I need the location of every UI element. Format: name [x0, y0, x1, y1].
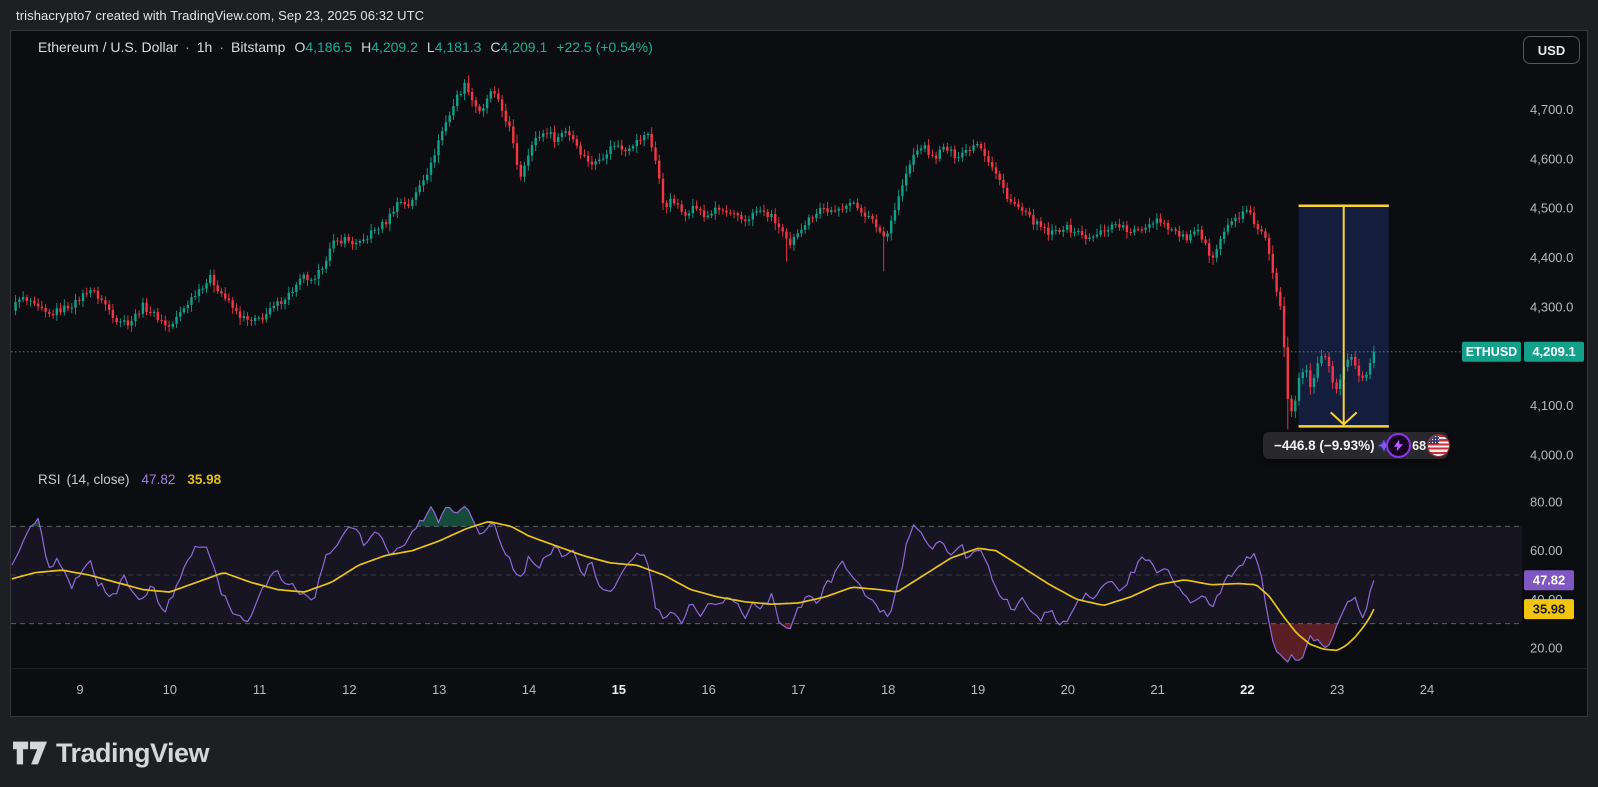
measure-label: −446.8 (−9.93%) — [1274, 438, 1375, 453]
tradingview-snapshot-page: 4,700.0 4,600.0 4,500.0 4,400.0 4,300.0 4,100… — [0, 0, 1598, 787]
rsi-value-badge: 47.82 — [1533, 573, 1566, 588]
time-tick-label: 23 — [1330, 682, 1344, 697]
rsi-title: RSI — [38, 471, 61, 487]
time-tick-label: 16 — [701, 682, 715, 697]
lightning-icon — [1386, 433, 1412, 458]
currency-toggle-button[interactable]: USD — [1523, 36, 1580, 64]
rsi-tick-label: 20.00 — [1530, 640, 1563, 655]
last-price-badge: 4,209.1 — [1532, 344, 1575, 359]
interval-label: 1h — [196, 39, 213, 55]
separator-dot: · — [185, 39, 190, 55]
price-tick-label: 4,600.0 — [1530, 151, 1573, 166]
time-tick-label: 11 — [253, 682, 267, 697]
rsi-band-levels — [11, 525, 1522, 625]
time-tick-label: 9 — [76, 682, 83, 697]
ohlc-low: L4,181.3 — [426, 39, 482, 55]
price-tick-label: 4,400.0 — [1530, 250, 1573, 265]
time-tick-label: 20 — [1061, 682, 1075, 697]
footer: TradingView — [13, 738, 210, 769]
time-tick-label: 15 — [612, 682, 626, 697]
symbol-title: Ethereum / U.S. Dollar — [38, 39, 179, 55]
time-tick-label: 13 — [432, 682, 446, 697]
chart-legend: Ethereum / U.S. Dollar · 1h · Bitstamp O… — [38, 38, 653, 56]
tradingview-logo-icon[interactable] — [13, 741, 47, 765]
rsi-ma-value-badge: 35.98 — [1533, 602, 1566, 617]
time-tick-label: 10 — [163, 682, 177, 697]
time-tick-label: 22 — [1240, 682, 1254, 697]
topbar: trishacrypto7 created with TradingView.c… — [0, 0, 1598, 30]
ohlc-open: O4,186.5 — [294, 39, 353, 55]
time-tick-label: 24 — [1420, 682, 1434, 697]
ohlc-high: H4,209.2 — [361, 39, 418, 55]
separator-dot: · — [219, 39, 224, 55]
rsi-params: (14, close) — [66, 471, 130, 487]
symbol-badge: ETHUSD — [1466, 345, 1517, 359]
time-tick-label: 19 — [971, 682, 985, 697]
measure-tooltip: −446.8 (−9.93%) ✦ 68 — [1263, 432, 1451, 459]
time-tick-label: 14 — [522, 682, 536, 697]
time-tick-label: 21 — [1150, 682, 1164, 697]
change-label: +22.5 (+0.54%) — [556, 39, 653, 55]
time-tick-label: 18 — [881, 682, 895, 697]
tradingview-logo-text[interactable]: TradingView — [56, 738, 210, 769]
ohlc-close: C4,209.1 — [490, 39, 548, 55]
exchange-label: Bitstamp — [230, 39, 286, 55]
rsi-tick-label: 60.00 — [1530, 543, 1563, 558]
price-tick-label: 4,300.0 — [1530, 299, 1573, 314]
rsi-tick-label: 80.00 — [1530, 495, 1563, 510]
chart-canvas: 4,700.0 4,600.0 4,500.0 4,400.0 4,300.0 4,100… — [10, 30, 1588, 717]
measure-count: 68 — [1412, 438, 1427, 453]
rsi-legend: RSI (14, close) 47.82 35.98 — [38, 471, 221, 487]
rsi-value: 47.82 — [141, 471, 176, 487]
price-tick-label: 4,700.0 — [1530, 102, 1573, 117]
rsi-ma-value: 35.98 — [187, 471, 222, 487]
time-tick-label: 17 — [791, 682, 805, 697]
price-tick-label: 4,000.0 — [1530, 448, 1573, 463]
price-tick-label: 4,100.0 — [1530, 398, 1573, 413]
time-tick-label: 12 — [342, 682, 356, 697]
topbar-attribution: trishacrypto7 created with TradingView.c… — [16, 7, 425, 23]
price-tick-label: 4,500.0 — [1530, 201, 1573, 216]
us-flag-icon — [1427, 434, 1451, 457]
